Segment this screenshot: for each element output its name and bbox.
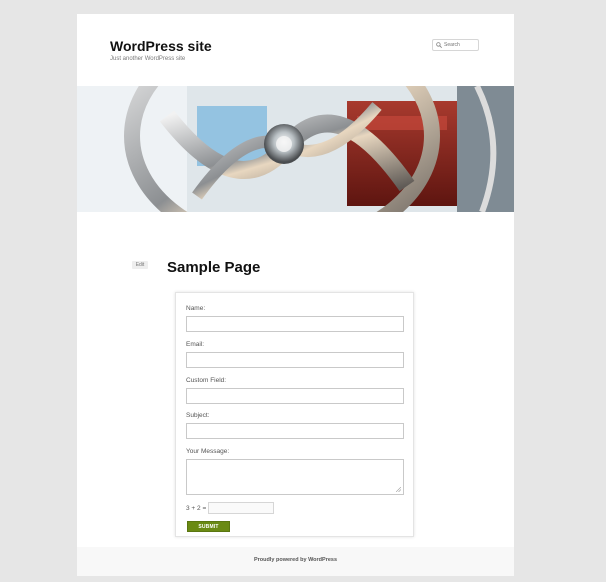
contact-form: Name: Email: Custom Field: Subject: Your… xyxy=(175,292,414,537)
captcha-question: 3 + 2 = xyxy=(186,505,207,512)
resize-grip-icon[interactable] xyxy=(396,487,401,492)
message-label: Your Message: xyxy=(186,448,230,455)
footer-credit[interactable]: Proudly powered by WordPress xyxy=(77,557,514,563)
subject-field[interactable] xyxy=(186,423,404,439)
message-field[interactable] xyxy=(186,459,404,495)
email-field[interactable] xyxy=(186,352,404,368)
site-footer: Proudly powered by WordPress xyxy=(77,547,514,576)
custom-field[interactable] xyxy=(186,388,404,404)
subject-label: Subject: xyxy=(186,412,210,419)
submit-button[interactable]: SUBMIT xyxy=(187,521,230,532)
search-box[interactable] xyxy=(432,39,479,51)
name-label: Name: xyxy=(186,305,206,312)
search-input[interactable] xyxy=(442,42,478,48)
captcha-field[interactable] xyxy=(208,502,274,514)
page-container: WordPress site Just another WordPress si… xyxy=(77,14,514,576)
header-image xyxy=(77,86,514,212)
email-label: Email: xyxy=(186,341,205,348)
page-title: Sample Page xyxy=(167,259,261,276)
name-field[interactable] xyxy=(186,316,404,332)
site-title[interactable]: WordPress site xyxy=(110,38,212,54)
header-image-wheel xyxy=(77,86,514,212)
edit-link[interactable]: Edit xyxy=(132,261,148,269)
site-description: Just another WordPress site xyxy=(110,56,186,62)
custom-field-label: Custom Field: xyxy=(186,377,227,384)
